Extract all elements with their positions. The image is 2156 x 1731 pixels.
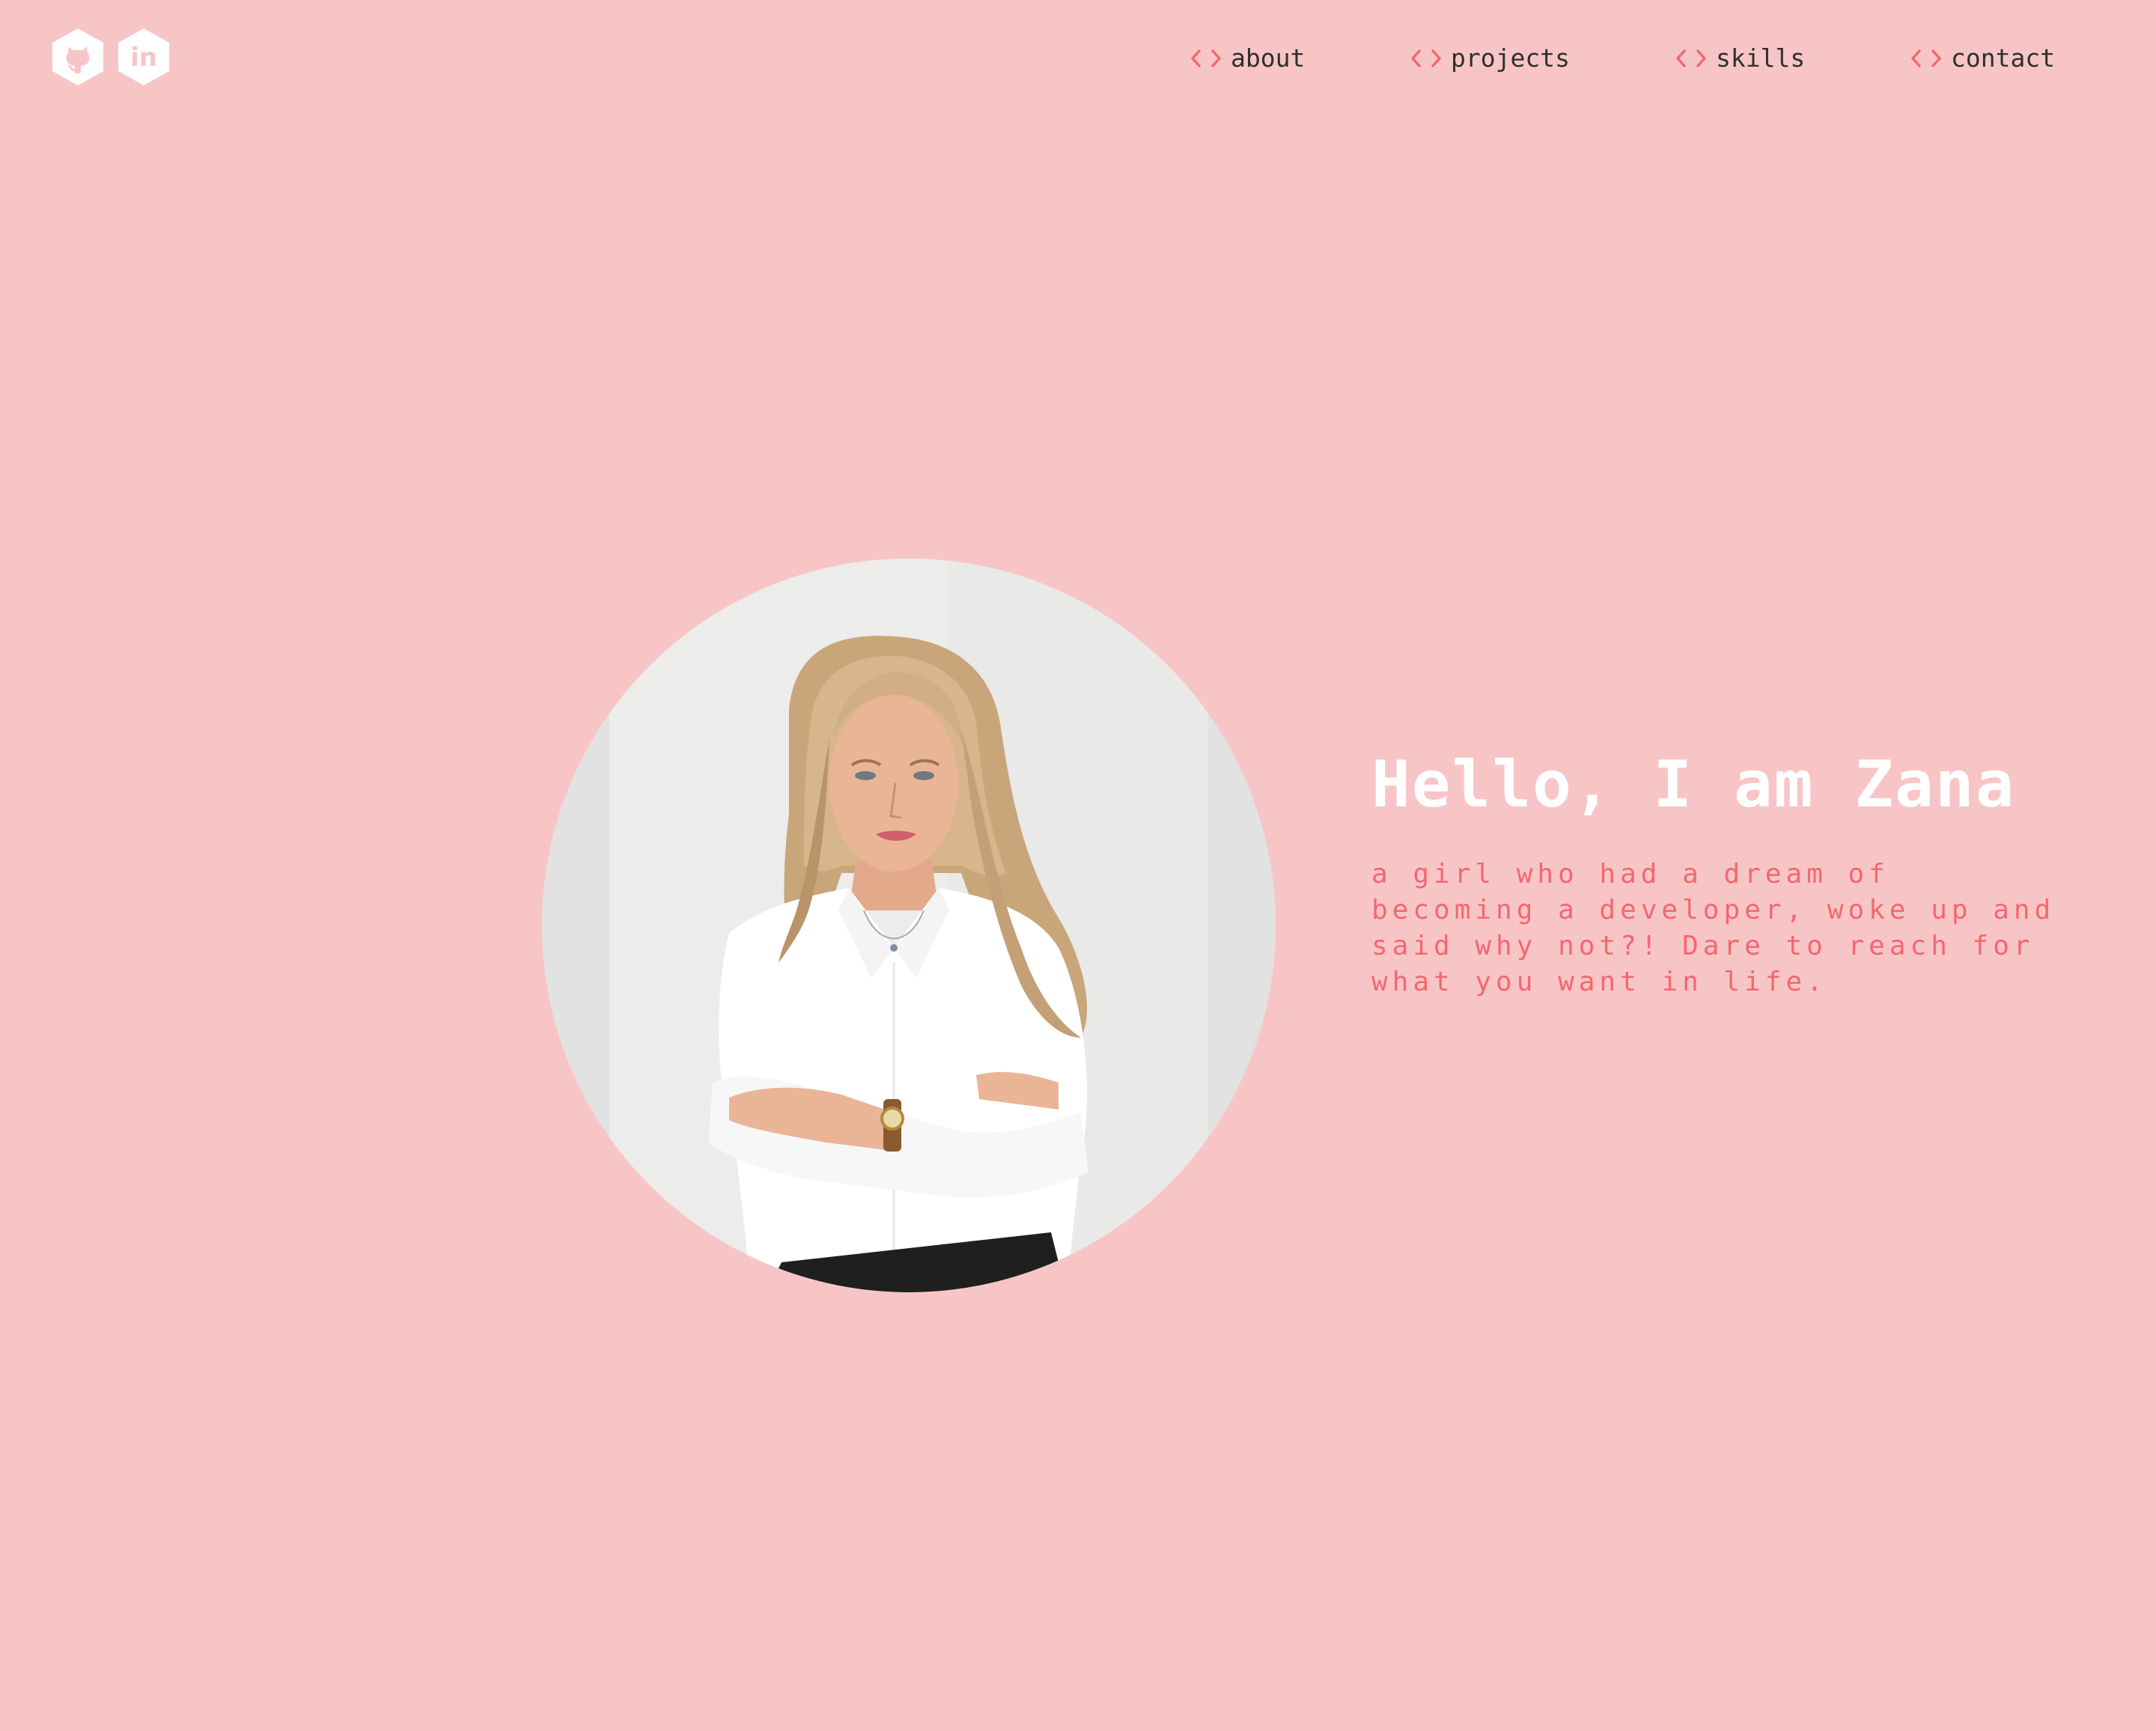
code-brackets-icon bbox=[1190, 48, 1222, 69]
site-header: in about projects skills contact bbox=[0, 0, 2156, 120]
code-brackets-icon bbox=[1910, 48, 1942, 69]
code-brackets-icon bbox=[1675, 48, 1707, 69]
nav-item-projects[interactable]: projects bbox=[1410, 43, 1570, 73]
nav-item-skills[interactable]: skills bbox=[1675, 43, 1805, 73]
code-brackets-icon bbox=[1410, 48, 1442, 69]
hero-title: Hello, I am Zana bbox=[1371, 747, 2016, 822]
intro-section: Hello, I am Zana a girl who had a dream … bbox=[1371, 741, 2075, 1000]
nav-item-label: contact bbox=[1951, 43, 2056, 73]
nav-item-label: projects bbox=[1451, 43, 1570, 73]
profile-portrait bbox=[542, 559, 1276, 1292]
hero-subtitle: a girl who had a dream of becoming a dev… bbox=[1371, 859, 2056, 997]
nav-item-contact[interactable]: contact bbox=[1910, 43, 2055, 73]
nav-item-label: about bbox=[1231, 43, 1306, 73]
profile-photo bbox=[542, 559, 1276, 1292]
main-nav: about projects skills contact bbox=[0, 43, 2156, 79]
nav-item-about[interactable]: about bbox=[1190, 43, 1305, 73]
nav-item-label: skills bbox=[1716, 43, 1806, 73]
